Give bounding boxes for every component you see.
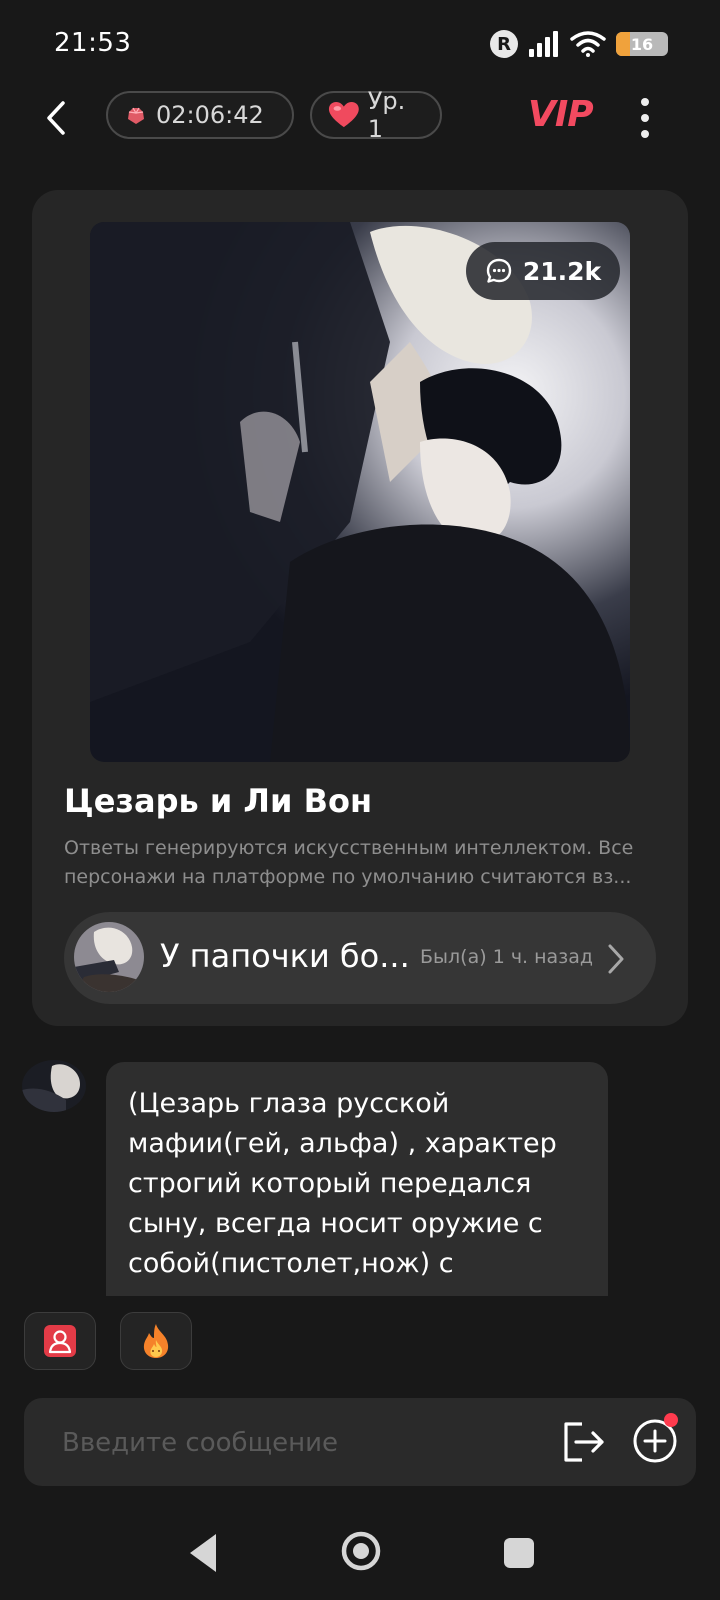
gem-timer-pill[interactable]: 02:06:42 [106, 91, 294, 139]
fire-icon [143, 1324, 169, 1358]
back-button[interactable] [38, 96, 74, 140]
character-name: Цезарь и Ли Вон [64, 782, 373, 820]
heart-icon [328, 101, 359, 128]
character-cover-image[interactable] [90, 222, 630, 762]
ai-disclaimer: Ответы генерируются искусственным интелл… [64, 837, 634, 888]
r-badge-icon: R [490, 30, 518, 58]
gem-icon [128, 107, 144, 124]
nav-home-icon [341, 1531, 381, 1571]
nav-back-icon [190, 1534, 216, 1572]
story-last-seen: Был(а) 1 ч. назад [420, 946, 594, 968]
signal-icon [529, 31, 558, 57]
exit-button[interactable] [560, 1418, 608, 1470]
comment-icon [486, 258, 512, 283]
message-input[interactable] [60, 1420, 524, 1466]
nav-back-button[interactable] [186, 1530, 220, 1580]
level-label: Ур. 1 [367, 87, 406, 143]
profile-card-icon [44, 1325, 76, 1357]
status-icons: R 16 [490, 30, 668, 58]
battery-level: 16 [630, 34, 654, 54]
message-text: (Цезарь глаза русской мафии(гей, альфа) … [128, 1088, 557, 1279]
more-vertical-icon[interactable] [630, 96, 660, 140]
vip-button[interactable]: VIP [528, 94, 594, 135]
nav-home-button[interactable] [340, 1530, 382, 1576]
story-title: У папочки бо... [160, 937, 410, 975]
comments-count: 21.2k [522, 256, 602, 286]
level-pill[interactable]: Ур. 1 [310, 87, 442, 143]
comments-count-badge: 21.2k [466, 242, 620, 300]
battery-icon: 16 [616, 32, 668, 56]
nav-recents-icon[interactable] [504, 1538, 534, 1568]
exit-icon [564, 1422, 604, 1462]
profile-card-button[interactable] [24, 1312, 96, 1370]
status-time: 21:53 [54, 28, 132, 58]
back-arrow-icon [47, 101, 65, 135]
message-avatar[interactable] [22, 1060, 86, 1112]
gem-timer: 02:06:42 [156, 101, 264, 129]
notification-dot [664, 1413, 678, 1427]
wifi-icon [570, 31, 606, 57]
story-avatar [74, 922, 144, 992]
chevron-right-icon [606, 942, 626, 980]
fire-button[interactable] [120, 1312, 192, 1370]
